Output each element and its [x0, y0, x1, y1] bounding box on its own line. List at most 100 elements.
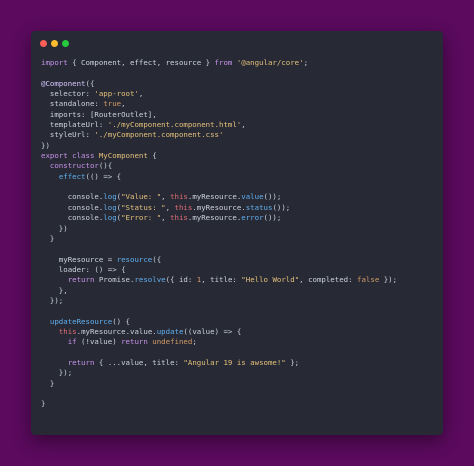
code-token: import — [41, 58, 68, 67]
code-line: loader: () => { — [41, 265, 397, 275]
close-dot-icon[interactable] — [40, 40, 47, 47]
code-token: } — [41, 233, 55, 243]
code-token: , — [165, 202, 175, 212]
code-line: updateResource() { — [41, 317, 397, 327]
code-line: console.log("Status: ", this.myResource.… — [41, 203, 397, 213]
code-block: import { Component, effect, resource } f… — [41, 58, 397, 410]
code-token: { — [147, 151, 157, 161]
code-line: return { ...value, title: "Angular 19 is… — [41, 358, 397, 368]
code-token: ({ — [85, 78, 95, 88]
code-token: } — [41, 378, 55, 388]
code-token: './myComponent.component.html' — [107, 120, 242, 130]
code-token: ()); — [263, 192, 282, 202]
code-token: }; — [285, 357, 300, 367]
code-token: completed — [308, 275, 349, 285]
code-token: id — [178, 275, 188, 285]
code-line: effect(() => { — [41, 172, 397, 182]
code-line: import { Component, effect, resource } f… — [41, 58, 397, 68]
code-line: @Component({ — [41, 79, 397, 89]
code-line: } — [41, 234, 397, 244]
code-token: '@angular/core' — [236, 58, 304, 67]
code-token: ; — [303, 58, 309, 67]
code-token: , — [161, 192, 171, 202]
code-token: false — [357, 275, 380, 285]
code-token: , — [161, 213, 171, 223]
code-line: } — [41, 379, 397, 389]
code-token: : — [348, 275, 358, 285]
code-token: templateUrl — [41, 120, 99, 130]
code-token: .myResource. — [187, 192, 242, 202]
code-token: }); — [41, 295, 64, 305]
code-token: , — [121, 99, 126, 109]
code-token: { ...value, — [94, 357, 153, 367]
code-line: }); — [41, 368, 397, 378]
code-token: .myResource.value. — [76, 326, 157, 336]
code-token: ()); — [263, 213, 282, 223]
minimize-dot-icon[interactable] — [51, 40, 58, 47]
code-line: constructor(){ — [41, 161, 397, 171]
code-line: export class MyComponent { — [41, 151, 397, 161]
code-token: from — [214, 58, 233, 67]
code-token: undefined — [152, 337, 193, 347]
code-token: title — [152, 357, 175, 367]
code-token: return — [67, 275, 95, 285]
code-token: if — [67, 337, 77, 347]
code-token: (!value) — [76, 337, 122, 347]
code-token: resource — [116, 254, 153, 264]
code-token: 'app-root' — [94, 89, 139, 99]
code-token: "Status: " — [121, 202, 166, 212]
window-titlebar — [31, 31, 443, 55]
code-token: log — [103, 192, 117, 202]
zoom-dot-icon[interactable] — [62, 40, 69, 47]
code-token: resolve — [134, 275, 166, 285]
code-line: }, — [41, 286, 397, 296]
code-token: standalone — [41, 99, 95, 109]
code-token: : — [94, 99, 104, 109]
code-token: error — [241, 213, 264, 223]
code-token: updateResource — [49, 316, 113, 326]
code-token: console. — [41, 213, 104, 223]
code-token: }); — [379, 275, 398, 285]
code-token: Promise. — [94, 275, 135, 285]
code-window: import { Component, effect, resource } f… — [31, 31, 443, 435]
code-token: effect — [58, 171, 86, 181]
code-line: return Promise.resolve({ id: 1, title: "… — [41, 275, 397, 285]
code-token: .myResource. — [192, 202, 246, 212]
code-token: } — [41, 399, 46, 409]
code-line: styleUrl: './myComponent.component.css' — [41, 130, 397, 140]
code-token: return — [121, 337, 148, 347]
code-line: selector: 'app-root', — [41, 89, 397, 99]
code-token: value — [241, 192, 264, 202]
code-token: "Angular 19 is awsome!" — [183, 357, 286, 367]
code-token: constructor — [49, 161, 99, 171]
code-token: console. — [41, 192, 104, 202]
code-token: }) — [41, 140, 50, 150]
code-token: return — [67, 357, 95, 367]
code-token: styleUrl — [41, 130, 86, 140]
code-token: , — [138, 89, 144, 99]
code-line: templateUrl: './myComponent.component.ht… — [41, 120, 397, 130]
code-token: (){ — [98, 161, 113, 171]
code-line: console.log("Value: ", this.myResource.v… — [41, 192, 397, 202]
code-token: this — [170, 213, 188, 223]
code-token: ; — [192, 337, 197, 347]
code-token: loader — [41, 264, 86, 274]
code-line: } — [41, 399, 397, 409]
code-token: this — [58, 326, 77, 336]
code-token: }) — [41, 223, 68, 233]
code-line: standalone: true, — [41, 99, 397, 109]
code-token: : () => { — [85, 264, 126, 274]
code-line: console.log("Error: ", this.myResource.e… — [41, 213, 397, 223]
code-token: this — [174, 202, 193, 212]
code-token: }, — [41, 285, 68, 295]
code-token: './myComponent.component.css' — [94, 130, 224, 140]
code-token: myResource = — [41, 254, 117, 264]
